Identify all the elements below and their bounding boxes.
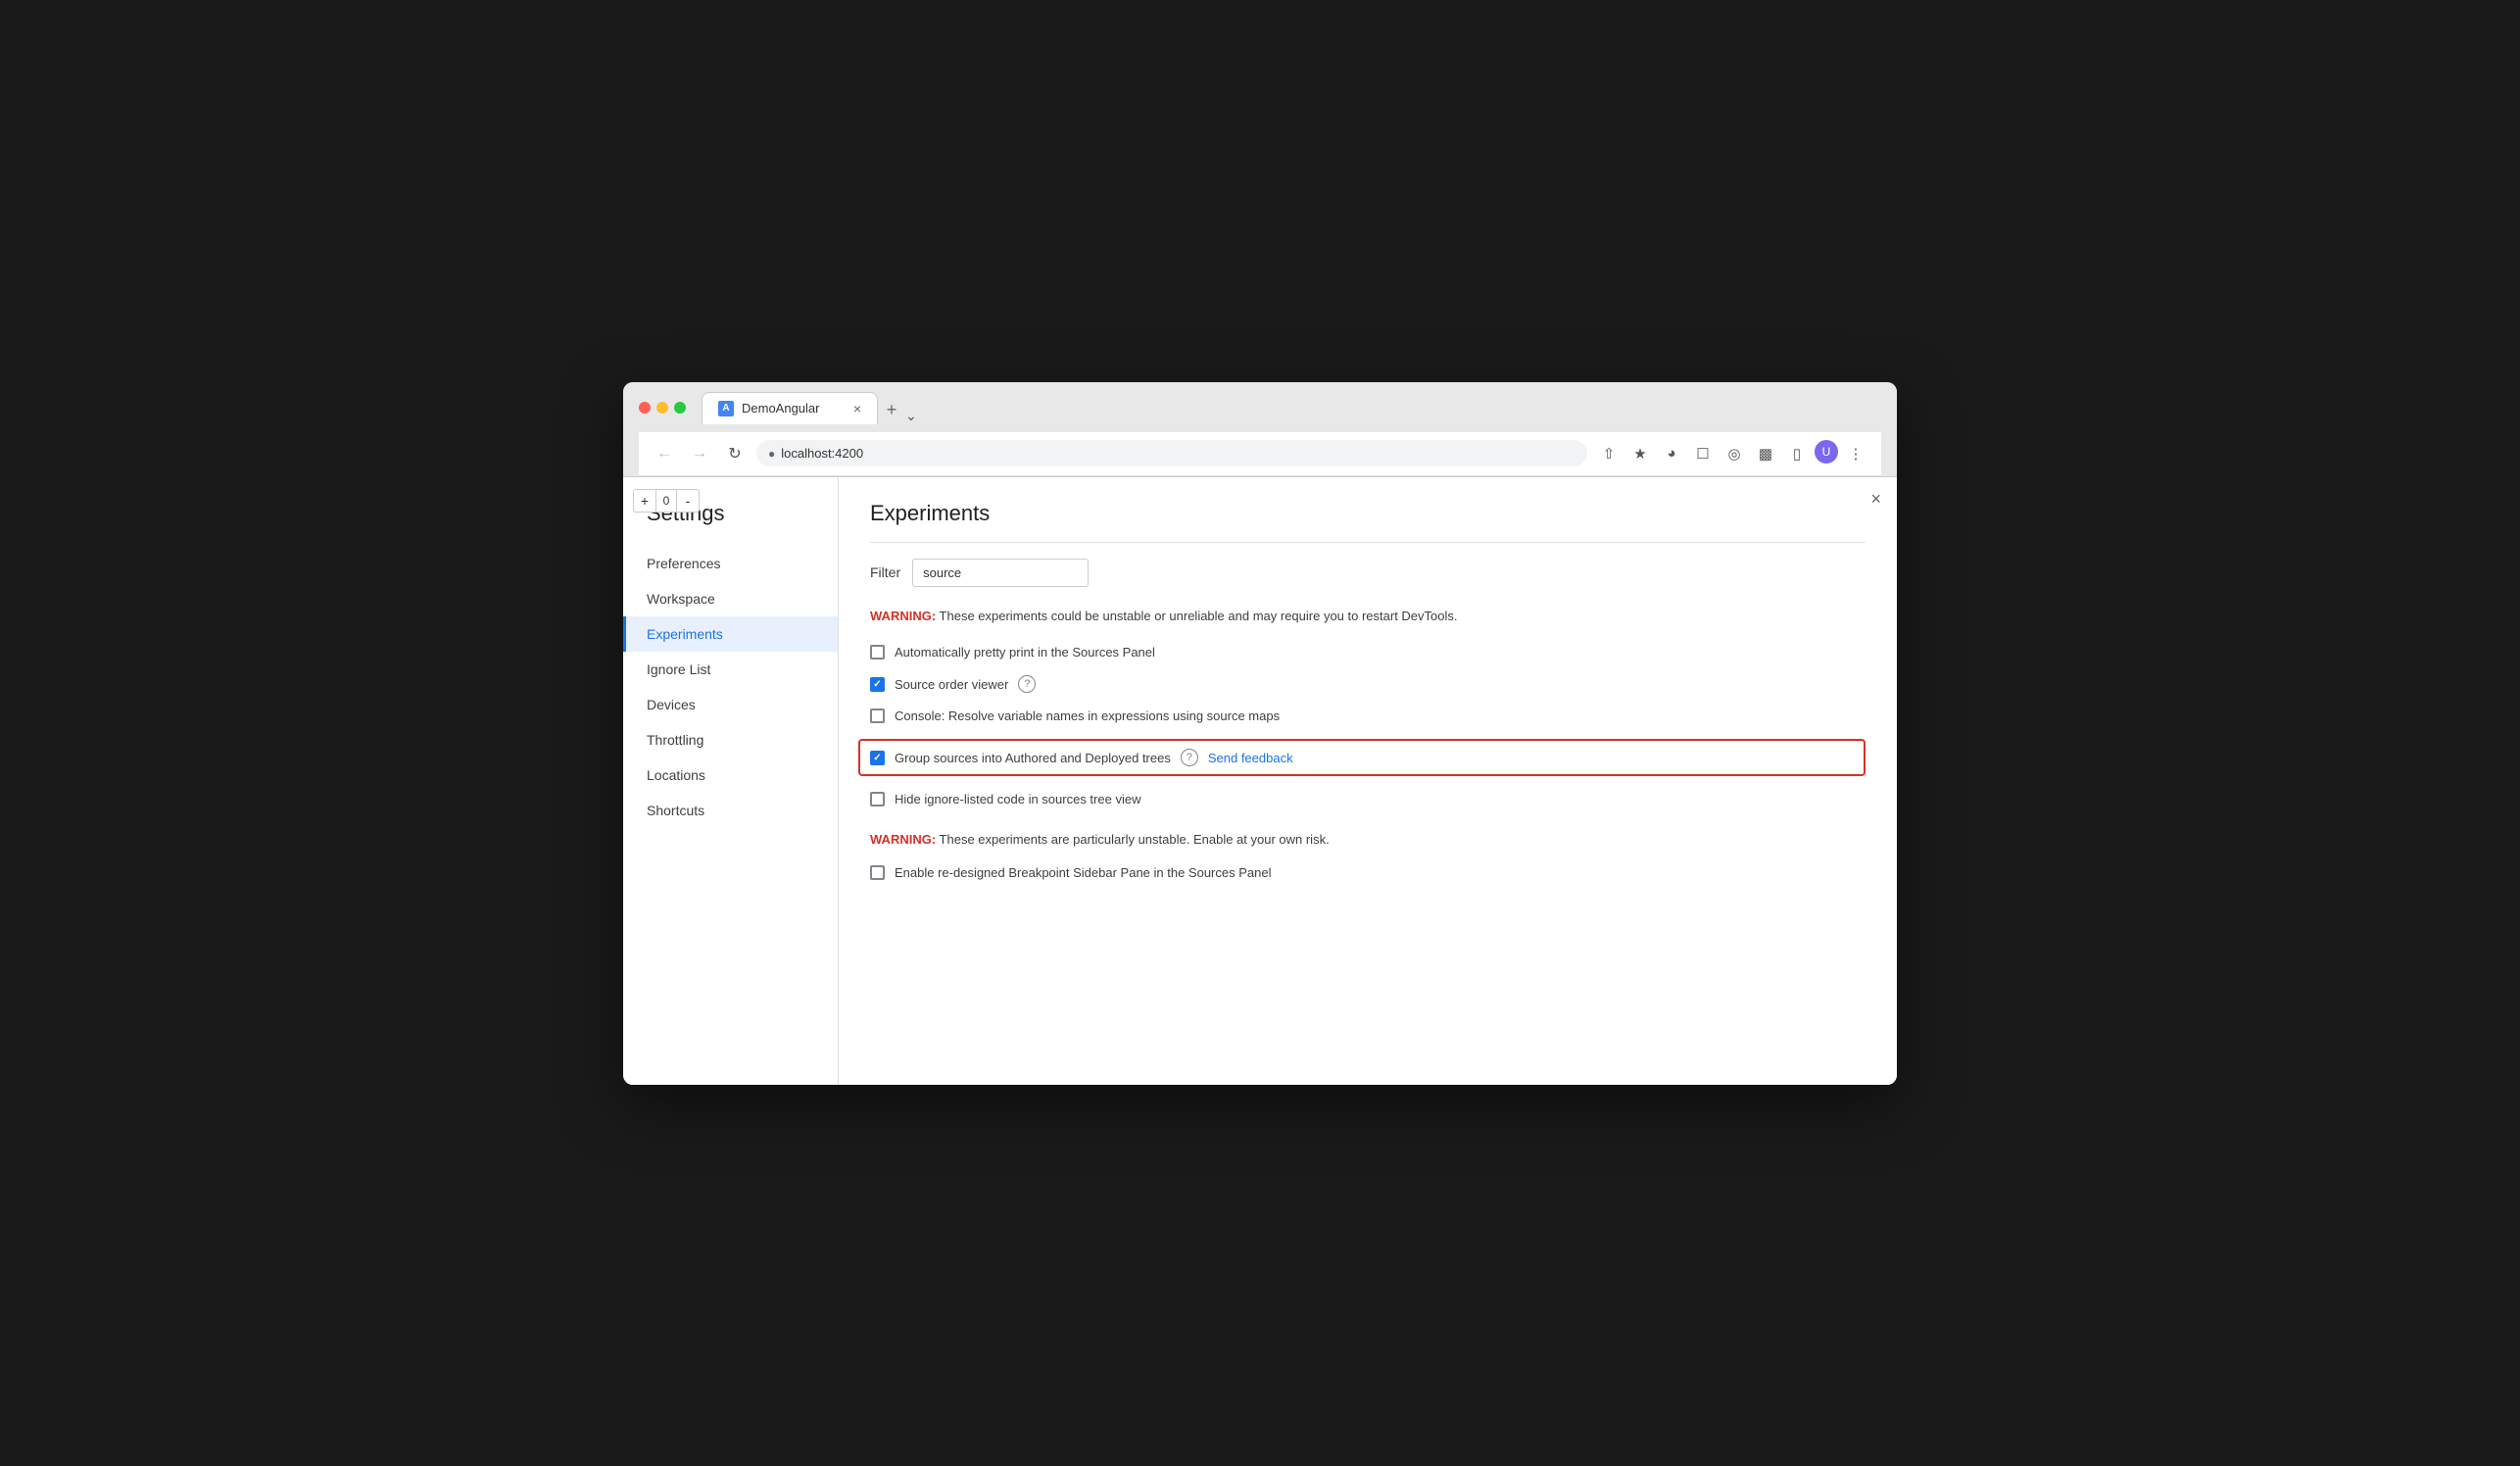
tab-title: DemoAngular — [742, 401, 820, 415]
traffic-light-green[interactable] — [674, 402, 686, 414]
browser-tab-active[interactable]: A DemoAngular × — [702, 392, 878, 424]
checkbox-source-order[interactable] — [870, 677, 885, 692]
checkbox-hide-ignore[interactable] — [870, 792, 885, 806]
experiment-label-hide-ignore: Hide ignore-listed code in sources tree … — [895, 792, 1140, 806]
address-bar[interactable]: ● localhost:4200 — [756, 440, 1587, 466]
share-button[interactable]: ⇧ — [1595, 440, 1623, 467]
profile-button[interactable]: U — [1815, 440, 1838, 464]
sidebar-item-workspace[interactable]: Workspace — [623, 581, 838, 616]
sidebar-item-preferences[interactable]: Preferences — [623, 546, 838, 581]
sidebar-item-throttling[interactable]: Throttling — [623, 722, 838, 757]
checkbox-breakpoint-sidebar[interactable] — [870, 865, 885, 880]
menu-button[interactable]: ⋮ — [1842, 440, 1869, 467]
warning-text-1: WARNING: These experiments could be unst… — [870, 607, 1866, 626]
experiment-label-pretty-print: Automatically pretty print in the Source… — [895, 645, 1155, 660]
experiments-title: Experiments — [870, 501, 1866, 543]
settings-sidebar: Settings Preferences Workspace Experimen… — [623, 477, 839, 1085]
warning-text-2: WARNING: These experiments are particula… — [870, 830, 1866, 850]
tab-favicon: A — [718, 401, 734, 416]
help-icon-group-sources[interactable]: ? — [1181, 749, 1198, 766]
experiment-item-breakpoint-sidebar: Enable re-designed Breakpoint Sidebar Pa… — [870, 865, 1866, 880]
browser-tabs: A DemoAngular × + ⌄ — [702, 392, 921, 424]
sidebar-item-shortcuts[interactable]: Shortcuts — [623, 793, 838, 828]
warning-label-1: WARNING: — [870, 609, 936, 623]
experiment-item-group-sources: Group sources into Authored and Deployed… — [858, 739, 1866, 776]
traffic-light-yellow[interactable] — [656, 402, 668, 414]
window-dropdown[interactable]: ⌄ — [905, 408, 921, 424]
browser-navbar: ← → ↻ ● localhost:4200 ⇧ ★ ◕ ☐ ◎ ▩ ▯ U ⋮ — [639, 432, 1881, 476]
nav-refresh-button[interactable]: ↻ — [721, 440, 749, 467]
nav-back-button[interactable]: ← — [651, 440, 678, 467]
extension-1-button[interactable]: ◕ — [1658, 440, 1685, 467]
devtools-counter: + 0 - — [633, 489, 700, 513]
warning-body-1: These experiments could be unstable or u… — [936, 609, 1457, 623]
checkbox-console-maps[interactable] — [870, 709, 885, 723]
filter-row: Filter — [870, 559, 1866, 587]
nav-forward-button[interactable]: → — [686, 440, 713, 467]
new-tab-button[interactable]: + — [878, 397, 905, 424]
counter-minus-button[interactable]: - — [677, 490, 699, 512]
experiment-item-source-order: Source order viewer ? — [870, 675, 1866, 693]
settings-main: Experiments Filter WARNING: These experi… — [839, 477, 1897, 1085]
extension-3-button[interactable]: ◎ — [1720, 440, 1748, 467]
send-feedback-link[interactable]: Send feedback — [1208, 751, 1293, 765]
checkbox-group-sources[interactable] — [870, 751, 885, 765]
traffic-lights — [639, 402, 686, 414]
filter-label: Filter — [870, 564, 900, 580]
address-lock-icon: ● — [768, 447, 775, 461]
counter-plus-button[interactable]: + — [634, 490, 655, 512]
experiment-item-console-maps: Console: Resolve variable names in expre… — [870, 709, 1866, 723]
experiment-item-pretty-print: Automatically pretty print in the Source… — [870, 645, 1866, 660]
extension-4-button[interactable]: ▩ — [1752, 440, 1779, 467]
settings-close-button[interactable]: × — [1870, 489, 1881, 510]
counter-value: 0 — [655, 490, 677, 512]
traffic-light-red[interactable] — [639, 402, 651, 414]
sidebar-item-experiments[interactable]: Experiments — [623, 616, 838, 652]
bookmark-button[interactable]: ★ — [1626, 440, 1654, 467]
browser-titlebar: A DemoAngular × + ⌄ ← → ↻ ● localhost:42… — [623, 382, 1897, 477]
sidebar-item-locations[interactable]: Locations — [623, 757, 838, 793]
browser-content: + 0 - × Settings Preferences Workspace E… — [623, 477, 1897, 1085]
sidebar-toggle-button[interactable]: ▯ — [1783, 440, 1811, 467]
nav-action-buttons: ⇧ ★ ◕ ☐ ◎ ▩ ▯ U ⋮ — [1595, 440, 1869, 467]
help-icon-source-order[interactable]: ? — [1018, 675, 1036, 693]
checkbox-pretty-print[interactable] — [870, 645, 885, 660]
extension-2-button[interactable]: ☐ — [1689, 440, 1717, 467]
warning-label-2: WARNING: — [870, 832, 936, 847]
sidebar-item-devices[interactable]: Devices — [623, 687, 838, 722]
filter-input[interactable] — [912, 559, 1089, 587]
warning-body-2: These experiments are particularly unsta… — [936, 832, 1330, 847]
experiment-label-group-sources: Group sources into Authored and Deployed… — [895, 751, 1171, 765]
tab-close-button[interactable]: × — [853, 402, 861, 415]
experiment-label-breakpoint-sidebar: Enable re-designed Breakpoint Sidebar Pa… — [895, 865, 1271, 880]
sidebar-item-ignore-list[interactable]: Ignore List — [623, 652, 838, 687]
browser-window: A DemoAngular × + ⌄ ← → ↻ ● localhost:42… — [623, 382, 1897, 1085]
address-text: localhost:4200 — [781, 446, 863, 461]
browser-controls: A DemoAngular × + ⌄ — [639, 392, 1881, 424]
experiment-label-source-order: Source order viewer — [895, 677, 1008, 692]
experiment-label-console-maps: Console: Resolve variable names in expre… — [895, 709, 1280, 723]
settings-container: Settings Preferences Workspace Experimen… — [623, 477, 1897, 1085]
experiment-item-hide-ignore: Hide ignore-listed code in sources tree … — [870, 792, 1866, 806]
